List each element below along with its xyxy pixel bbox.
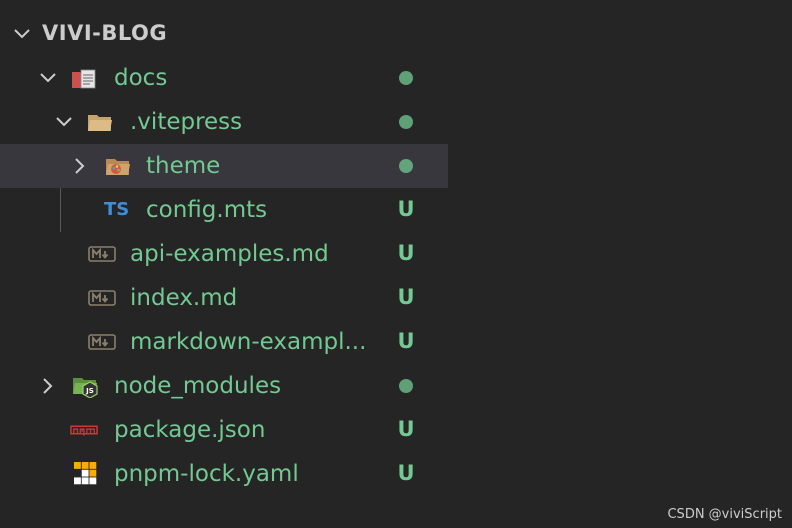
git-status-untracked: U — [397, 241, 415, 265]
markdown-icon — [88, 334, 116, 350]
tree-item-package-json[interactable]: package.json — [0, 408, 448, 452]
explorer-root-header[interactable]: VIVI-BLOG — [0, 12, 448, 56]
tree-item-config-mts[interactable]: TS config.mts — [0, 188, 448, 232]
git-status-modified-dot — [391, 144, 421, 188]
git-status-untracked: U — [397, 329, 415, 353]
tree-item-vitepress[interactable]: .vitepress — [0, 100, 448, 144]
chevron-down-icon[interactable] — [12, 24, 32, 44]
chevron-down-icon[interactable] — [54, 112, 74, 132]
git-status-modified-dot — [391, 56, 421, 100]
tree-item-label: theme — [146, 153, 221, 179]
tree-item-pnpm-lock-yaml[interactable]: pnpm-lock.yaml — [0, 452, 448, 496]
explorer-root-title: VIVI-BLOG — [42, 21, 168, 45]
tree-item-api-examples-md[interactable]: api-examples.md — [0, 232, 448, 276]
typescript-icon: TS — [104, 199, 130, 220]
git-status-untracked: U — [397, 417, 415, 441]
explorer-panel: VIVI-BLOG docs .vitepress theme TS confi… — [0, 0, 792, 528]
tree-item-label: .vitepress — [130, 109, 243, 135]
tree-item-label: config.mts — [146, 197, 268, 223]
markdown-icon — [88, 290, 116, 306]
tree-item-label: pnpm-lock.yaml — [114, 461, 299, 487]
git-status-untracked: U — [397, 461, 415, 485]
tree-item-docs[interactable]: docs — [0, 56, 448, 100]
chevron-right-icon[interactable] — [70, 156, 90, 176]
tree-item-theme[interactable]: theme — [0, 144, 448, 188]
pnpm-icon — [74, 462, 97, 485]
folder-docs-icon — [72, 69, 96, 89]
git-status-modified-dot — [391, 100, 421, 144]
npm-icon — [70, 425, 98, 436]
folder-theme-icon — [106, 159, 130, 175]
folder-icon — [88, 115, 112, 131]
git-status-untracked: U — [397, 197, 415, 221]
folder-node-icon: JS — [73, 378, 98, 398]
tree-item-label: api-examples.md — [130, 241, 329, 267]
tree-item-label: docs — [114, 65, 168, 91]
svg-text:JS: JS — [85, 387, 94, 395]
tree-item-label: node_modules — [114, 373, 282, 399]
chevron-right-icon[interactable] — [38, 376, 58, 396]
git-status-untracked: U — [397, 285, 415, 309]
chevron-down-icon[interactable] — [38, 68, 58, 88]
tree-item-index-md[interactable]: index.md — [0, 276, 448, 320]
markdown-icon — [88, 246, 116, 262]
tree-item-label: markdown-exampl... — [130, 329, 367, 355]
tree-item-label: package.json — [114, 417, 266, 443]
tree-item-markdown-examples-md[interactable]: markdown-exampl... — [0, 320, 448, 364]
watermark: CSDN @viviScript — [667, 507, 782, 522]
tree-item-label: index.md — [130, 285, 238, 311]
git-status-modified-dot — [391, 364, 421, 408]
tree-item-node-modules[interactable]: JS node_modules — [0, 364, 448, 408]
